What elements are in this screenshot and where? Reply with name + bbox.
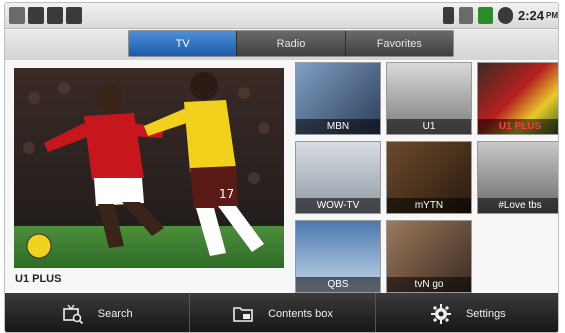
channel-thumb-u1[interactable]: U1 (386, 62, 472, 135)
data-icon (477, 7, 493, 24)
channel-thumb-qbs[interactable]: QBS (295, 220, 381, 293)
category-tabs: TV Radio Favorites (128, 30, 454, 57)
channel-label: tvN go (387, 277, 471, 292)
channel-label: MBN (296, 119, 380, 134)
jersey-number: 17 (219, 187, 234, 201)
search-label: Search (97, 307, 133, 320)
channel-thumb-love-tbs[interactable]: #Love tbs (477, 141, 558, 214)
channel-label: U1 PLUS (478, 119, 558, 134)
photo-icon (9, 7, 25, 24)
tab-radio[interactable]: Radio (237, 31, 346, 56)
system-icons: 2:24 PM (442, 7, 558, 24)
main-content: 17 U1 PLUS MBN U1 U1 PLUS WOW-TV mYTN #L… (5, 60, 558, 293)
settings-label: Settings (465, 307, 506, 320)
gear-icon (430, 303, 452, 325)
sd-card-icon (47, 7, 63, 24)
bottom-action-bar: Search Contents box Settings (5, 293, 558, 332)
now-playing-title: U1 PLUS (15, 273, 62, 285)
channel-label: #Love tbs (478, 198, 558, 213)
channel-thumb-mbn[interactable]: MBN (295, 62, 381, 135)
battery-icon (442, 7, 454, 24)
search-button[interactable]: Search (5, 293, 191, 332)
clock-ampm: PM (546, 11, 558, 20)
tab-tv[interactable]: TV (129, 31, 238, 56)
tab-bar: TV Radio Favorites (5, 30, 558, 60)
contents-box-label: Contents box (268, 307, 333, 320)
clock-time: 2:24 (517, 8, 544, 23)
status-bar: 2:24 PM (5, 3, 558, 29)
tv-search-icon (62, 303, 84, 325)
usb-icon (28, 7, 44, 24)
folder-icon (232, 303, 254, 325)
channel-thumb-mytn[interactable]: mYTN (386, 141, 472, 214)
notification-icons (9, 7, 82, 24)
channel-label: U1 (387, 119, 471, 134)
vibrate-icon (458, 7, 473, 24)
channel-label: WOW-TV (296, 198, 380, 213)
device-screen: 2:24 PM TV Radio Favorites 17 U1 PLUS MB… (4, 2, 559, 333)
video-player[interactable]: 17 (14, 68, 284, 268)
channel-label: mYTN (387, 198, 471, 213)
channel-label: QBS (296, 277, 380, 292)
broadcast-video-frame: 17 (14, 68, 284, 268)
channel-thumb-wow-tv[interactable]: WOW-TV (295, 141, 381, 214)
contents-box-button[interactable]: Contents box (190, 293, 376, 332)
tab-favorites[interactable]: Favorites (346, 31, 453, 56)
channel-thumb-u1-plus[interactable]: U1 PLUS (477, 62, 558, 135)
channel-thumb-tvn-go[interactable]: tvN go (386, 220, 472, 293)
alarm-icon (497, 7, 513, 24)
signal-bars-icon (66, 7, 82, 24)
settings-button[interactable]: Settings (376, 293, 558, 332)
